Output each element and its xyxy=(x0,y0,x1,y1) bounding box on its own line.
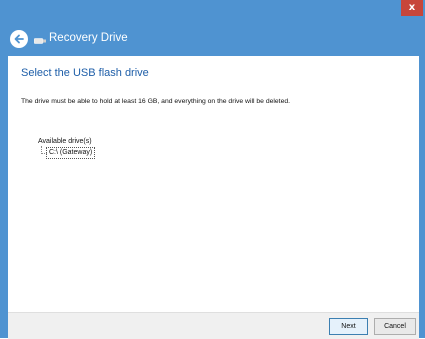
page-heading: Select the USB flash drive xyxy=(21,67,149,79)
cancel-button[interactable]: Cancel xyxy=(374,318,416,335)
button-bar: Next Cancel xyxy=(8,312,419,339)
page-description: The drive must be able to hold at least … xyxy=(21,98,291,105)
main-content: Select the USB flash drive The drive mus… xyxy=(8,56,419,312)
drive-item-gateway[interactable]: C:\ (Gateway) xyxy=(46,147,96,159)
back-button[interactable] xyxy=(10,30,28,48)
recovery-drive-window: x Recovery Drive Select the USB flash dr… xyxy=(0,0,425,339)
window-title: Recovery Drive xyxy=(49,32,128,44)
close-button[interactable]: x xyxy=(401,0,423,16)
next-button[interactable]: Next xyxy=(329,318,368,335)
available-drives-label: Available drive(s) xyxy=(38,138,92,145)
back-arrow-icon xyxy=(14,34,24,44)
window-header: Recovery Drive xyxy=(0,24,425,54)
usb-drive-icon xyxy=(34,38,46,44)
